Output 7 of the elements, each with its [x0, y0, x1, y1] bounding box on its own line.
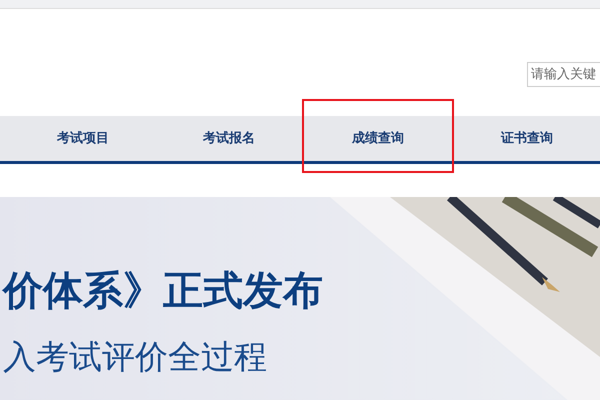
nav-tab[interactable]: 成绩查询	[302, 99, 454, 173]
banner-headline: 价体系》正式发布	[3, 267, 324, 315]
nav-tab[interactable]: 考试项目	[10, 116, 156, 161]
nav-tab[interactable]: 证书查询	[454, 116, 600, 161]
nav-tab[interactable]: 考试报名	[156, 116, 302, 161]
search-field[interactable]: 请输入关键	[527, 62, 600, 87]
banner-subline: 入考试评价全过程	[3, 337, 268, 377]
